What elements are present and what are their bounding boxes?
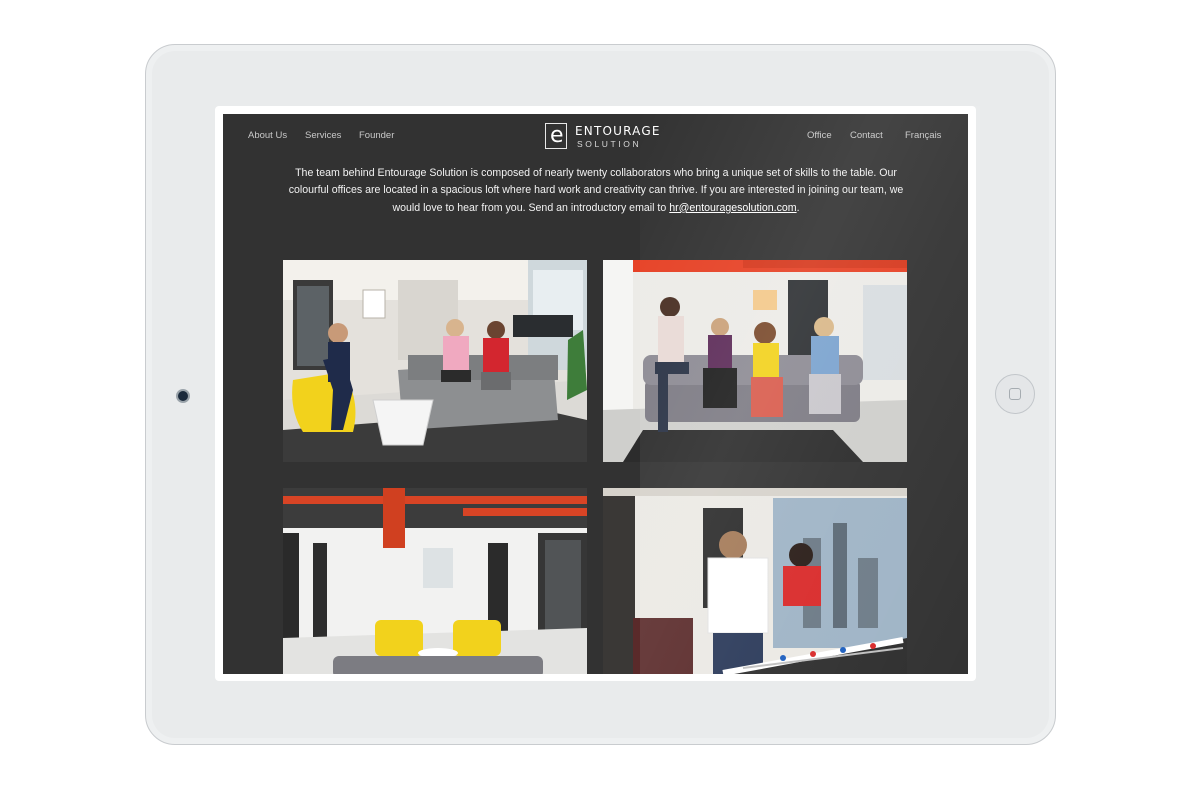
email-link[interactable]: hr@entouragesolution.com (669, 202, 796, 214)
office-photo-hallway (283, 488, 587, 674)
intro-text: The team behind Entourage Solution is co… (288, 167, 904, 214)
nav-language[interactable]: Français (905, 130, 941, 141)
logo-wordmark-bottom: SOLUTION (577, 139, 642, 149)
nav-founder[interactable]: Founder (359, 130, 394, 141)
office-photo-team (603, 260, 907, 462)
office-photo-lounge (283, 260, 587, 462)
nav-office[interactable]: Office (807, 130, 832, 141)
home-square-icon (1009, 388, 1021, 400)
intro-paragraph: The team behind Entourage Solution is co… (285, 165, 907, 217)
intro-period: . (796, 201, 800, 214)
nav-services[interactable]: Services (305, 130, 341, 141)
camera-icon (176, 389, 190, 403)
nav-about-us[interactable]: About Us (248, 130, 287, 141)
logo-e-icon: e (550, 123, 564, 148)
home-button[interactable] (995, 374, 1035, 414)
logo-wordmark-top: ENTOURAGE (575, 124, 661, 138)
nav-contact[interactable]: Contact (850, 130, 883, 141)
logo-mark-icon: e (545, 123, 567, 149)
logo[interactable]: e ENTOURAGE SOLUTION (545, 122, 659, 152)
website-screen: About Us Services Founder e ENTOURAGE SO… (223, 114, 968, 674)
office-photo-foosball (603, 488, 907, 674)
